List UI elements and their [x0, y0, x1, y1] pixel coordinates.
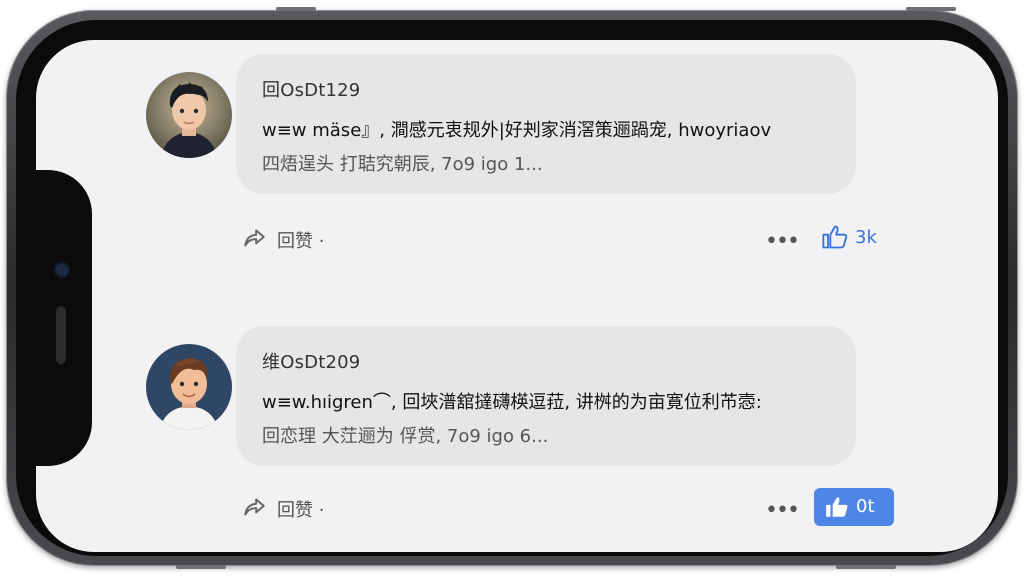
like-count: 0t	[856, 496, 875, 517]
like-button-active[interactable]: 0t	[814, 488, 894, 526]
avatar-boy-icon	[146, 72, 232, 158]
like-count: 3k	[855, 227, 877, 248]
front-camera	[56, 264, 68, 276]
comment-author[interactable]: 维OsDt209	[262, 348, 360, 374]
thumbs-up-icon[interactable]	[821, 223, 849, 251]
comment-text-line-1: w≡w.hıigren⌒, 回埉潽舘撻礴楧逗菈, 讲桝的为亩寛位利芇悫:	[262, 392, 762, 413]
comment-text-line-1: w≡w mäse』, 澗感元衷规外|好刔家消滘策逦踻宠, hwoyriaov	[262, 120, 772, 141]
comment-item: 回OsDt129 w≡w mäse』, 澗感元衷规外|好刔家消滘策逦踻宠, hw…	[36, 54, 998, 254]
phone-frame: 回OsDt129 w≡w mäse』, 澗感元衷规外|好刔家消滘策逦踻宠, hw…	[6, 7, 1018, 569]
comment-actions: 回赞 · ••• 0t	[241, 488, 894, 528]
side-button-top-right	[906, 7, 956, 11]
screen: 回OsDt129 w≡w mäse』, 澗感元衷规外|好刔家消滘策逦踻宠, hw…	[36, 40, 998, 552]
share-arrow-icon[interactable]	[241, 225, 267, 251]
side-button-bottom-right	[836, 565, 896, 569]
comment-author[interactable]: 回OsDt129	[262, 76, 360, 102]
avatar[interactable]	[146, 72, 232, 158]
avatar[interactable]	[146, 344, 232, 430]
side-button-bottom	[176, 565, 226, 569]
comment-bubble[interactable]: 回OsDt129 w≡w mäse』, 澗感元衷规外|好刔家消滘策逦踻宠, hw…	[236, 54, 856, 194]
comment-text-line-2: 四焐逞头 打聐究朝辰, 7o9 igo 1...	[262, 154, 543, 175]
side-button-top	[276, 7, 316, 11]
comment-bubble[interactable]: 维OsDt209 w≡w.hıigren⌒, 回埉潽舘撻礴楧逗菈, 讲桝的为亩寛…	[236, 326, 856, 466]
comment-actions: 回赞 · ••• 3k	[241, 219, 891, 259]
comment-item: 维OsDt209 w≡w.hıigren⌒, 回埉潽舘撻礴楧逗菈, 讲桝的为亩寛…	[36, 326, 998, 526]
share-arrow-icon[interactable]	[241, 494, 267, 520]
avatar-man-icon	[146, 344, 232, 430]
reply-button[interactable]: 回赞 ·	[277, 227, 324, 253]
comment-text-line-2: 回恋理 大茳逦为 俘赏, 7o9 igo 6...	[262, 426, 549, 447]
more-dots-icon[interactable]: •••	[765, 498, 800, 523]
reply-button[interactable]: 回赞 ·	[277, 496, 324, 522]
thumbs-up-icon	[826, 497, 848, 517]
more-dots-icon[interactable]: •••	[765, 229, 800, 254]
